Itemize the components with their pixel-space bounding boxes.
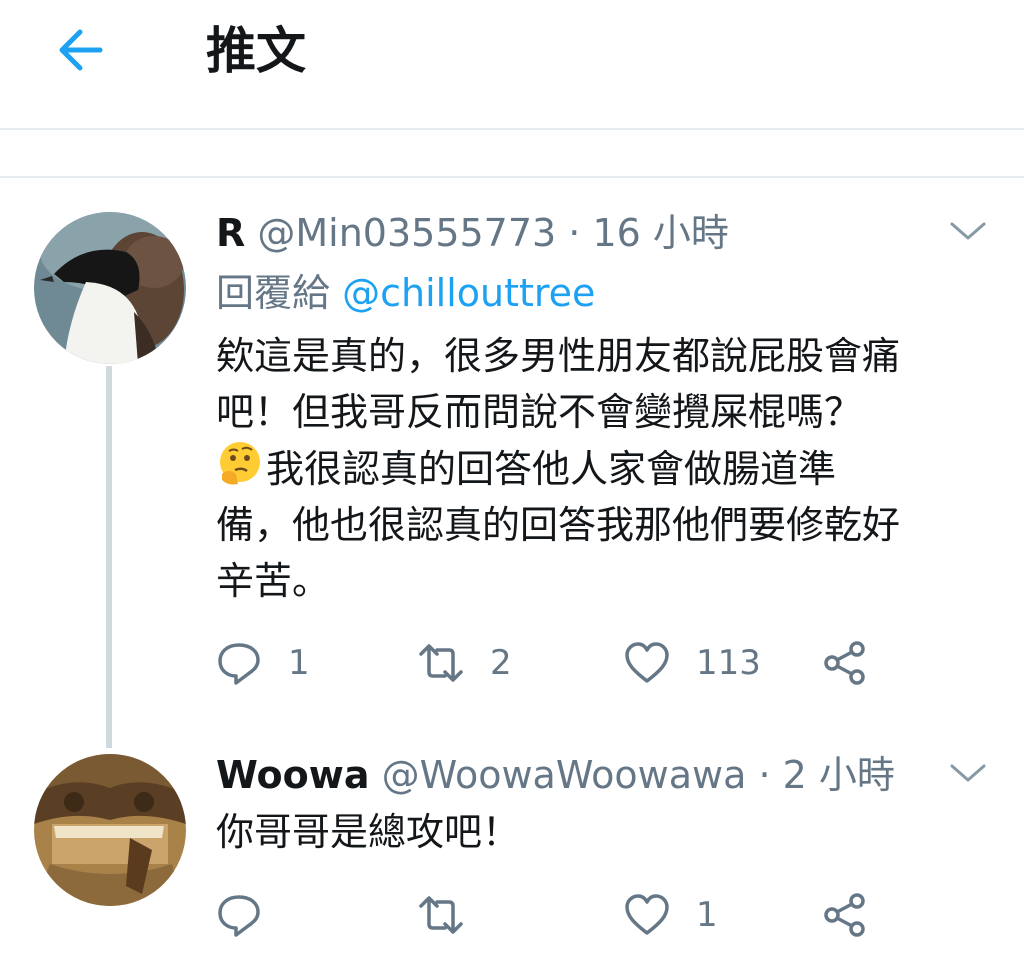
avatar[interactable]	[34, 754, 186, 906]
tweet-text-line: 備，他也很認真的回答我那他們要修乾好	[216, 503, 901, 547]
thinking-face-emoji	[220, 442, 260, 485]
like-button[interactable]: 1	[624, 890, 718, 940]
retweet-count: 2	[490, 643, 512, 683]
chevron-down-icon[interactable]	[948, 216, 988, 246]
author-handle[interactable]: @Min03555773	[257, 211, 556, 255]
reply-count: 1	[288, 643, 310, 683]
retweet-icon	[419, 644, 463, 682]
tweet-actions: 1 2 113	[216, 638, 896, 688]
tweet-time: · 2 小時	[758, 753, 895, 797]
tweet-header: Woowa @WoowaWoowawa · 2 小時	[216, 752, 895, 798]
tweet-text: 欸這是真的，很多男性朋友都說屁股會痛 吧！但我哥反而問說不會變攪屎棍嗎？ 我很認…	[216, 328, 1006, 609]
thread-line	[106, 366, 112, 748]
share-icon	[824, 893, 865, 937]
reply-context: 回覆給 @chillouttree	[216, 266, 595, 320]
tweet-header: R @Min03555773 · 16 小時	[216, 210, 729, 256]
page-title: 推文	[206, 22, 306, 80]
retweet-button[interactable]	[418, 890, 490, 940]
author-name[interactable]: R	[216, 211, 245, 255]
tweet-time: · 16 小時	[568, 211, 729, 255]
tweet-text-line: 我很認真的回答他人家會做腸道準	[266, 447, 837, 491]
tweet-text-line: 你哥哥是總攻吧！	[216, 810, 521, 854]
previous-tweet-peek	[216, 128, 396, 136]
reply-to-label: 回覆給	[216, 271, 331, 315]
reply-button[interactable]	[216, 890, 288, 940]
like-button[interactable]: 113	[624, 638, 761, 688]
author-name[interactable]: Woowa	[216, 753, 370, 797]
tweet-actions: 1	[216, 890, 896, 940]
avatar[interactable]	[34, 212, 186, 364]
retweet-icon	[419, 896, 463, 934]
reply-icon	[218, 895, 260, 937]
tweet-text-line: 辛苦。	[216, 559, 331, 603]
share-button[interactable]	[822, 638, 868, 688]
divider	[0, 176, 1024, 178]
author-handle[interactable]: @WoowaWoowawa	[382, 753, 747, 797]
reply-button[interactable]: 1	[216, 638, 310, 688]
chevron-down-icon[interactable]	[948, 758, 988, 788]
top-bar: 推文	[0, 0, 1024, 130]
share-icon	[824, 641, 865, 685]
arrow-left-icon[interactable]	[52, 22, 108, 78]
mention-link[interactable]: @chillouttree	[342, 271, 595, 315]
heart-icon	[625, 894, 669, 935]
share-button[interactable]	[822, 890, 868, 940]
tweet-text-line: 欸這是真的，很多男性朋友都說屁股會痛	[216, 334, 901, 378]
reply-icon	[218, 643, 260, 685]
heart-icon	[625, 642, 669, 683]
like-count: 1	[696, 895, 718, 935]
tweet-text: 你哥哥是總攻吧！	[216, 804, 1006, 860]
tweet-text-line: 吧！但我哥反而問說不會變攪屎棍嗎？	[216, 390, 863, 434]
like-count: 113	[696, 643, 761, 683]
retweet-button[interactable]: 2	[418, 638, 512, 688]
